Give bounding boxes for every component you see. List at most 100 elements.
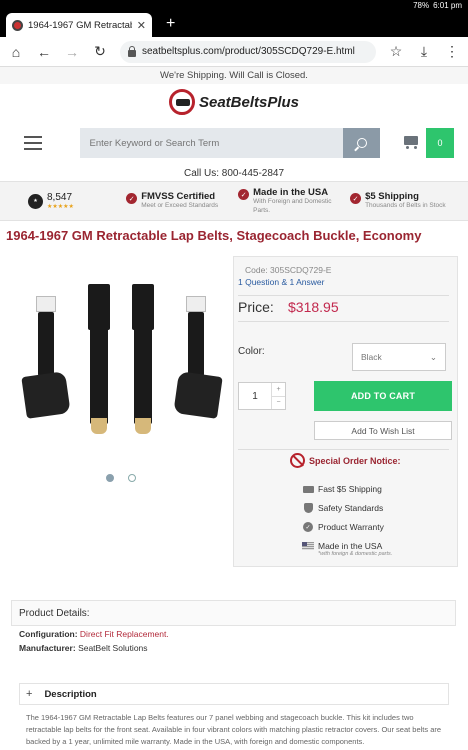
manufacturer-label: Manufacturer: (19, 643, 76, 653)
description-label: Description (44, 688, 97, 700)
trust-subtitle: Thousands of Belts in Stock (365, 202, 446, 210)
feature-label: Fast $5 Shipping (318, 484, 382, 494)
product-code: Code: 305SCDQ729-E (245, 265, 332, 275)
trust-title: Made in the USA (253, 187, 329, 199)
feature-list: Fast $5 Shipping Safety Standards ✓ Prod… (302, 484, 392, 557)
trust-item-shipping: ✓ $5 Shipping Thousands of Belts in Stoc… (350, 191, 462, 210)
menu-kebab-icon[interactable]: ⋮ (444, 43, 460, 60)
review-badge-icon: ★ (28, 193, 43, 209)
color-label: Color: (238, 346, 265, 357)
check-circle-icon: ✓ (126, 193, 138, 205)
divider (238, 295, 449, 296)
trust-bar: ★ 8,547 ★★★★★ ✓ FMVSS Certified Meet or … (0, 181, 468, 221)
configuration-row: Configuration: Direct Fit Replacement. (19, 629, 169, 639)
lock-icon (128, 45, 136, 57)
quantity-stepper[interactable]: 1 + − (238, 382, 286, 410)
tongue-1 (91, 418, 107, 434)
webbing-1 (90, 328, 108, 424)
description-accordion[interactable]: + Description (19, 683, 449, 705)
logo-text: SeatBeltsPlus (198, 93, 300, 111)
latch-plate-left (36, 296, 56, 312)
call-us-text[interactable]: Call Us: 800-445-2847 (0, 166, 468, 181)
trust-item-fmvss: ✓ FMVSS Certified Meet or Exceed Standar… (126, 191, 238, 210)
close-tab-icon[interactable]: ✕ (137, 19, 146, 32)
product-title: 1964-1967 GM Retractable Lap Belts, Stag… (6, 228, 422, 243)
quantity-increase-icon[interactable]: + (272, 383, 285, 397)
feature-item: Fast $5 Shipping (302, 484, 392, 503)
truck-icon (302, 484, 314, 494)
search-button[interactable] (343, 128, 380, 158)
feature-label: Product Warranty (318, 522, 384, 532)
product-details-heading: Product Details: (11, 600, 456, 626)
chevron-down-icon: ⌄ (429, 351, 437, 362)
address-bar: ⌂ ← → ↻ seatbeltsplus.com/product/305SCD… (0, 37, 468, 67)
buckle-strap-2 (132, 284, 154, 330)
color-selected-value: Black (361, 352, 382, 362)
reviews-count: 8,547 (47, 192, 73, 203)
search-row: 0 (0, 120, 468, 166)
notice-text: Special Order Notice: (309, 455, 401, 466)
status-bar: 78% 6:01 pm (0, 0, 468, 11)
gallery-dots (106, 474, 136, 482)
strap-left (38, 312, 54, 376)
manufacturer-value: SeatBelt Solutions (78, 643, 148, 653)
trust-title: FMVSS Certified (141, 191, 216, 203)
home-icon[interactable]: ⌂ (8, 44, 24, 60)
url-text: seatbeltsplus.com/product/305SCDQ729-E.h… (142, 46, 355, 57)
quantity-value[interactable]: 1 (239, 383, 271, 409)
new-tab-button[interactable]: + (166, 15, 175, 33)
trust-subtitle: With Foreign and Domestic Parts. (253, 198, 332, 214)
browser-tab[interactable]: 1964-1967 GM Retractable L ✕ (6, 13, 152, 37)
add-to-wishlist-button[interactable]: Add To Wish List (314, 421, 452, 440)
retractor-right (173, 371, 223, 419)
forward-arrow-icon[interactable]: → (64, 44, 80, 60)
questions-link[interactable]: 1 Question & 1 Answer (238, 277, 324, 287)
made-in-usa-note: *with foreign & domestic parts. (318, 551, 393, 557)
feature-item: Safety Standards (302, 503, 392, 522)
site-logo[interactable]: SeatBeltsPlus (0, 84, 468, 120)
special-order-notice[interactable]: Special Order Notice: (290, 453, 401, 468)
gallery-dot[interactable] (106, 474, 114, 482)
check-circle-icon: ✓ (238, 189, 250, 201)
back-arrow-icon[interactable]: ← (36, 44, 52, 60)
shield-icon (302, 503, 314, 513)
gallery-dot[interactable] (128, 474, 136, 482)
tongue-2 (135, 418, 151, 434)
favicon-icon (12, 19, 23, 31)
url-field[interactable]: seatbeltsplus.com/product/305SCDQ729-E.h… (120, 40, 376, 63)
shipping-banner: We're Shipping. Will Call is Closed. (0, 67, 468, 84)
reviews-summary[interactable]: ★ 8,547 ★★★★★ (28, 192, 126, 210)
purchase-panel: Code: 305SCDQ729-E 1 Question & 1 Answer… (233, 256, 458, 567)
download-icon[interactable]: ⤓ (416, 43, 432, 60)
star-rating: ★★★★★ (47, 204, 74, 210)
buckle-strap-1 (88, 284, 110, 330)
manufacturer-row: Manufacturer: SeatBelt Solutions (19, 643, 148, 653)
shopping-cart-icon (402, 136, 420, 150)
trust-title: $5 Shipping (365, 191, 419, 203)
checkmark-icon: ✓ (302, 522, 314, 532)
plus-icon: + (26, 688, 33, 700)
check-circle-icon: ✓ (350, 193, 362, 205)
add-to-cart-button[interactable]: ADD TO CART (314, 381, 452, 411)
tab-strip: 1964-1967 GM Retractable L ✕ + (0, 11, 468, 37)
product-image[interactable] (16, 268, 223, 458)
trust-subtitle: Meet or Exceed Standards (141, 202, 219, 210)
trust-item-usa: ✓ Made in the USA With Foreign and Domes… (238, 187, 350, 215)
divider (238, 321, 449, 322)
feature-item: ✓ Product Warranty (302, 522, 392, 541)
bookmark-star-icon[interactable]: ☆ (388, 43, 404, 60)
feature-label: Made in the USA (318, 541, 383, 551)
search-input[interactable] (79, 128, 343, 158)
strap-right (188, 312, 204, 376)
hamburger-menu-icon[interactable] (24, 136, 42, 150)
cart-count-badge: 0 (426, 128, 454, 158)
configuration-value[interactable]: Direct Fit Replacement. (80, 629, 169, 639)
webbing-2 (134, 328, 152, 424)
reload-icon[interactable]: ↻ (92, 43, 108, 60)
clock: 6:01 pm (433, 1, 462, 10)
cart-button[interactable]: 0 (402, 128, 454, 158)
latch-plate-right (186, 296, 206, 312)
color-select[interactable]: Black ⌄ (352, 343, 446, 371)
retractor-left (21, 371, 71, 419)
quantity-decrease-icon[interactable]: − (272, 397, 285, 410)
